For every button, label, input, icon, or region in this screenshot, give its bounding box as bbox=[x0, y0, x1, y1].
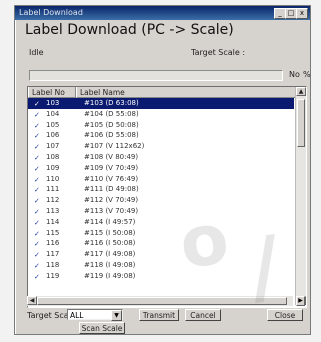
label-name: #119 (I 49:08) bbox=[84, 271, 136, 280]
list-rows: ✓ 103 #103 (D 63:08) ✓ 104 #104 (D 55:08) ✓ 105… bbox=[28, 98, 294, 282]
target-scale-select[interactable]: ALL ▼ bbox=[67, 309, 123, 321]
label-name: #115 (I 50:08) bbox=[84, 228, 136, 237]
list-item[interactable]: ✓ 106 #106 (D 55:08) bbox=[28, 130, 294, 141]
label-no: 115 bbox=[46, 228, 60, 237]
label-download-window: Label Download _ □ x Label Download (PC … bbox=[14, 5, 311, 335]
label-no: 106 bbox=[46, 131, 60, 140]
transmit-button[interactable]: Transmit bbox=[139, 309, 179, 321]
list-item[interactable]: ✓ 115 #115 (I 50:08) bbox=[28, 228, 294, 239]
horizontal-scrollbar[interactable]: ◀ bbox=[27, 296, 293, 306]
label-name: #112 (V 70:49) bbox=[84, 196, 139, 205]
label-name: #111 (D 49:08) bbox=[84, 185, 139, 194]
label-name: #107 (V 112x62) bbox=[84, 142, 145, 151]
close-window-button[interactable]: x bbox=[296, 8, 308, 19]
list-item[interactable]: ✓ 119 #119 (I 49:08) bbox=[28, 271, 294, 282]
label-no: 109 bbox=[46, 163, 60, 172]
list-item[interactable]: ✓ 105 #105 (D 50:08) bbox=[28, 120, 294, 131]
list-item[interactable]: ✓ 109 #109 (V 70:49) bbox=[28, 163, 294, 174]
horizontal-scroll-thumb[interactable] bbox=[37, 297, 287, 305]
label-list[interactable]: Label No Label Name ✓ 103 #103 (D 63:08) ✓ 1… bbox=[27, 86, 307, 308]
label-name: #110 (V 76:49) bbox=[84, 174, 139, 183]
list-item[interactable]: ✓ 111 #111 (D 49:08) bbox=[28, 184, 294, 195]
progress-no-label: No bbox=[289, 70, 300, 79]
label-name: #116 (I 50:08) bbox=[84, 239, 136, 248]
label-no: 113 bbox=[46, 206, 60, 215]
arrow-up-icon[interactable]: ▲ bbox=[296, 87, 306, 96]
page-title: Label Download (PC -> Scale) bbox=[25, 22, 234, 38]
download-progress-bar bbox=[29, 70, 283, 81]
arrow-right-icon[interactable]: ▶ bbox=[296, 296, 305, 306]
chevron-down-icon[interactable]: ▼ bbox=[111, 310, 122, 321]
list-item[interactable]: ✓ 117 #117 (I 49:08) bbox=[28, 249, 294, 260]
label-name: #103 (D 63:08) bbox=[84, 99, 139, 107]
list-item[interactable]: ✓ 116 #116 (I 50:08) bbox=[28, 238, 294, 249]
checkbox-icon[interactable]: ✓ bbox=[34, 272, 40, 283]
label-no: 114 bbox=[46, 217, 60, 226]
window-title: Label Download bbox=[19, 8, 83, 17]
label-no: 105 bbox=[46, 120, 60, 129]
list-item[interactable]: ✓ 108 #108 (V 80:49) bbox=[28, 152, 294, 163]
target-scale-value: ALL bbox=[70, 311, 84, 320]
scan-scale-button[interactable]: Scan Scale bbox=[79, 322, 125, 334]
title-bar[interactable]: Label Download _ □ x bbox=[15, 6, 310, 20]
column-label-no[interactable]: Label No bbox=[28, 87, 76, 98]
label-name: #109 (V 70:49) bbox=[84, 163, 139, 172]
label-no: 118 bbox=[46, 260, 60, 269]
label-no: 116 bbox=[46, 239, 60, 248]
label-no: 111 bbox=[46, 185, 60, 194]
label-no: 117 bbox=[46, 250, 60, 259]
list-item[interactable]: ✓ 103 #103 (D 63:08) bbox=[28, 98, 294, 109]
close-button[interactable]: Close bbox=[267, 309, 303, 321]
list-item[interactable]: ✓ 104 #104 (D 55:08) bbox=[28, 109, 294, 120]
list-header: Label No Label Name bbox=[28, 87, 298, 98]
status-text: Idle bbox=[29, 48, 44, 57]
label-name: #114 (I 49:57) bbox=[84, 217, 136, 226]
label-name: #117 (I 49:08) bbox=[84, 250, 136, 259]
label-no: 107 bbox=[46, 142, 60, 151]
label-no: 103 bbox=[46, 99, 60, 107]
arrow-left-icon[interactable]: ◀ bbox=[27, 296, 37, 305]
label-no: 112 bbox=[46, 196, 60, 205]
label-name: #106 (D 55:08) bbox=[84, 131, 139, 140]
list-item[interactable]: ✓ 114 #114 (I 49:57) bbox=[28, 217, 294, 228]
label-name: #104 (D 55:08) bbox=[84, 109, 139, 118]
label-no: 104 bbox=[46, 109, 60, 118]
label-name: #108 (V 80:49) bbox=[84, 152, 139, 161]
progress-percent-label: % bbox=[303, 70, 311, 79]
column-label-name[interactable]: Label Name bbox=[76, 87, 298, 98]
list-item[interactable]: ✓ 107 #107 (V 112x62) bbox=[28, 141, 294, 152]
list-item[interactable]: ✓ 110 #110 (V 76:49) bbox=[28, 174, 294, 185]
label-no: 108 bbox=[46, 152, 60, 161]
label-no: 110 bbox=[46, 174, 60, 183]
vertical-scrollbar[interactable]: ▲ ▼ bbox=[295, 87, 306, 305]
label-name: #118 (I 49:08) bbox=[84, 260, 136, 269]
label-name: #113 (V 70:49) bbox=[84, 206, 139, 215]
list-item[interactable]: ✓ 113 #113 (V 70:49) bbox=[28, 206, 294, 217]
cancel-button[interactable]: Cancel bbox=[185, 309, 221, 321]
list-item[interactable]: ✓ 112 #112 (V 70:49) bbox=[28, 195, 294, 206]
target-scale-label: Target Scale : bbox=[191, 48, 246, 57]
label-name: #105 (D 50:08) bbox=[84, 120, 139, 129]
list-item[interactable]: ✓ 118 #118 (I 49:08) bbox=[28, 260, 294, 271]
label-no: 119 bbox=[46, 271, 60, 280]
vertical-scroll-thumb[interactable] bbox=[297, 99, 305, 147]
